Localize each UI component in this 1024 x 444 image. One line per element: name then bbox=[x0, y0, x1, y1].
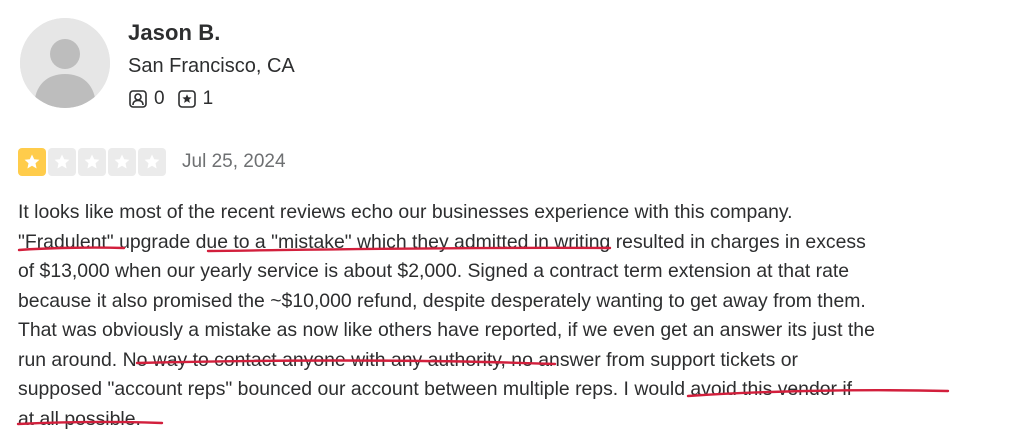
review-star-icon bbox=[177, 90, 196, 108]
friends-stat: 0 bbox=[128, 88, 165, 110]
star-empty-icon bbox=[78, 148, 106, 176]
reviewer-stats: 0 1 bbox=[128, 88, 225, 110]
star-empty-icon bbox=[138, 148, 166, 176]
reviewer-name[interactable]: Jason B. bbox=[128, 20, 221, 46]
friends-icon bbox=[129, 90, 147, 108]
review-line: That was obviously a mistake as now like… bbox=[18, 319, 875, 341]
review-date: Jul 25, 2024 bbox=[182, 151, 286, 172]
review-line: of $13,000 when our yearly service is ab… bbox=[18, 260, 850, 282]
reviews-count: 1 bbox=[202, 88, 214, 109]
review-line: "Fradulent" upgrade due to a "mistake" w… bbox=[18, 230, 866, 253]
review-line: run around. No way to contact anyone wit… bbox=[18, 348, 798, 371]
reviews-stat: 1 bbox=[177, 88, 214, 110]
review-text: It looks like most of the recent reviews… bbox=[18, 198, 978, 434]
avatar[interactable] bbox=[20, 18, 110, 108]
review-line: supposed "account reps" bounced our acco… bbox=[18, 378, 853, 400]
star-empty-icon bbox=[108, 148, 136, 176]
rating-row: Jul 25, 2024 bbox=[18, 148, 286, 176]
star-rating bbox=[18, 148, 168, 176]
reviewer-location: San Francisco, CA bbox=[128, 55, 295, 77]
star-filled-icon bbox=[18, 148, 46, 176]
user-silhouette-icon bbox=[20, 18, 110, 108]
review-line: because it also promised the ~$10,000 re… bbox=[18, 289, 866, 312]
friends-count: 0 bbox=[154, 88, 165, 109]
review-line: It looks like most of the recent reviews… bbox=[18, 201, 793, 223]
review-line: at all possible. bbox=[18, 407, 141, 430]
star-empty-icon bbox=[48, 148, 76, 176]
